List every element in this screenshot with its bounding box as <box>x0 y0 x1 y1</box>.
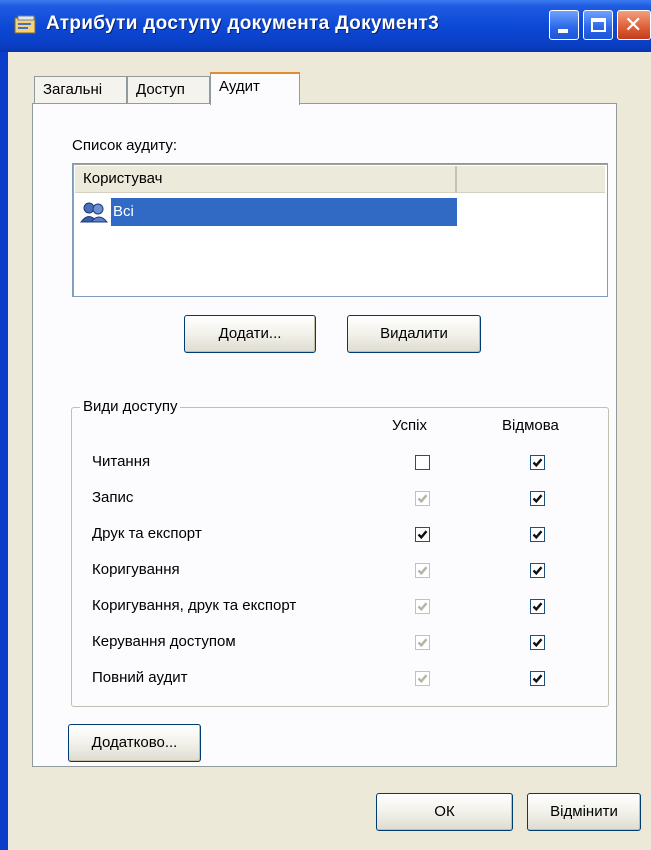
minimize-button[interactable] <box>549 10 579 40</box>
success-checkbox <box>415 599 430 614</box>
failure-checkbox[interactable] <box>530 527 545 542</box>
list-item[interactable]: Всі <box>77 198 457 226</box>
failure-checkbox[interactable] <box>530 563 545 578</box>
column-failure-header: Відмова <box>502 417 559 434</box>
failure-checkbox[interactable] <box>530 491 545 506</box>
access-row-label: Коригування, друк та експорт <box>92 597 297 614</box>
failure-checkbox[interactable] <box>530 455 545 470</box>
ok-button[interactable]: ОК <box>376 793 513 831</box>
tab-general[interactable]: Загальні <box>34 76 127 104</box>
selection-highlight <box>111 198 457 226</box>
access-row-label: Керування доступом <box>92 633 236 650</box>
cancel-button[interactable]: Відмінити <box>527 793 641 831</box>
app-icon <box>14 15 36 34</box>
audit-list-header: Користувач <box>75 166 605 193</box>
users-group-icon <box>80 202 109 223</box>
close-icon: ✕ <box>624 12 643 37</box>
failure-checkbox[interactable] <box>530 671 545 686</box>
access-row-label: Читання <box>92 453 151 470</box>
window-title: Атрибути доступу документа Документ3 <box>46 13 439 34</box>
add-button[interactable]: Додати... <box>184 315 316 353</box>
window-border <box>0 52 8 850</box>
tab-audit[interactable]: Аудит <box>210 72 300 105</box>
success-checkbox <box>415 491 430 506</box>
success-checkbox <box>415 671 430 686</box>
maximize-icon <box>591 18 606 32</box>
access-types-title: Види доступу <box>80 398 181 415</box>
access-row-label: Запис <box>92 489 134 506</box>
access-types-group <box>71 407 609 707</box>
access-row-label: Повний аудит <box>92 669 188 686</box>
failure-checkbox[interactable] <box>530 635 545 650</box>
close-button[interactable]: ✕ <box>617 10 651 40</box>
access-row-label: Друк та експорт <box>92 525 202 542</box>
access-row-label: Коригування <box>92 561 180 578</box>
success-checkbox[interactable] <box>415 527 430 542</box>
audit-list-label: Список аудиту: <box>72 137 178 154</box>
audit-list[interactable]: Користувач Всі <box>72 163 608 297</box>
success-checkbox <box>415 563 430 578</box>
tab-access[interactable]: Доступ <box>127 76 210 104</box>
advanced-button[interactable]: Додатково... <box>68 724 201 762</box>
list-item-label: Всі <box>113 203 134 220</box>
failure-checkbox[interactable] <box>530 599 545 614</box>
minimize-icon <box>558 29 568 33</box>
success-checkbox[interactable] <box>415 455 430 470</box>
column-success-header: Успіх <box>392 417 427 434</box>
title-bar[interactable]: Атрибути доступу документа Документ3 ✕ <box>0 0 651 52</box>
maximize-button[interactable] <box>583 10 613 40</box>
remove-button[interactable]: Видалити <box>347 315 481 353</box>
success-checkbox <box>415 635 430 650</box>
column-header-user[interactable]: Користувач <box>75 166 457 193</box>
